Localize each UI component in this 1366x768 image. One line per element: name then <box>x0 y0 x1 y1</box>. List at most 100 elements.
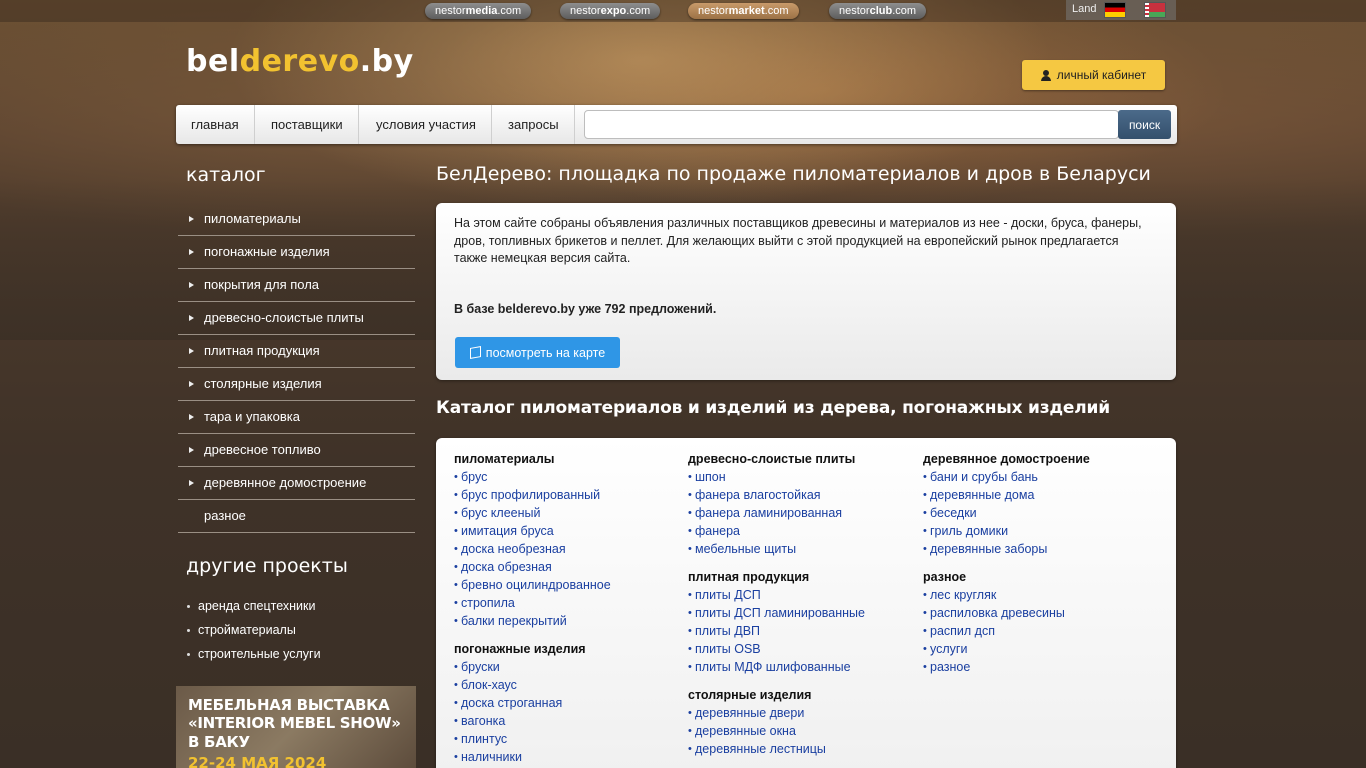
search-button[interactable]: поиск <box>1118 110 1171 139</box>
network-link-expo[interactable]: nestorexpo.com <box>560 3 661 19</box>
network-bar: nestormedia.com nestorexpo.com nestormar… <box>0 0 1366 22</box>
intro-panel: На этом сайте собраны объявления различн… <box>436 203 1176 380</box>
catalog-link[interactable]: • бани и срубы бань <box>923 468 1153 486</box>
catalog-item[interactable]: столярные изделия <box>178 368 415 401</box>
catalog-link[interactable]: • деревянные окна <box>688 722 918 740</box>
group-title[interactable]: древесно-слоистые плиты <box>688 450 918 468</box>
arrow-right-icon <box>189 447 194 453</box>
group-title[interactable]: разное <box>923 568 1153 586</box>
nav-requests[interactable]: запросы <box>493 105 575 144</box>
catalog-item[interactable]: древесное топливо <box>178 434 415 467</box>
catalog-column: пиломатериалы • брус • брус профилированны… <box>454 450 684 768</box>
group-title[interactable]: плитная продукция <box>688 568 918 586</box>
catalog-link[interactable]: • брус клееный <box>454 504 684 522</box>
catalog-link[interactable]: • деревянные дома <box>923 486 1153 504</box>
project-link[interactable]: стройматериалы <box>186 620 321 644</box>
catalog-link[interactable]: • шпон <box>688 468 918 486</box>
catalog-link[interactable]: • стропила <box>454 594 684 612</box>
personal-cabinet-button[interactable]: личный кабинет <box>1022 60 1165 90</box>
catalog-panel: пиломатериалы • брус • брус профилированны… <box>436 438 1176 768</box>
catalog-item[interactable]: пиломатериалы <box>178 203 415 236</box>
catalog-link[interactable]: • лес кругляк <box>923 586 1153 604</box>
bullet-icon <box>187 605 190 608</box>
banner-line: МЕБЕЛЬНАЯ ВЫСТАВКА <box>188 696 390 714</box>
catalog-link[interactable]: • брус <box>454 468 684 486</box>
view-map-button[interactable]: посмотреть на карте <box>455 337 620 368</box>
catalog-link[interactable]: • деревянные лестницы <box>688 740 918 758</box>
banner-date: 22-24 МАЯ 2024 <box>188 754 327 768</box>
catalog-link[interactable]: • плиты ДВП <box>688 622 918 640</box>
catalog-link[interactable]: • бруски <box>454 658 684 676</box>
catalog-item[interactable]: тара и упаковка <box>178 401 415 434</box>
catalog-link[interactable]: • брус профилированный <box>454 486 684 504</box>
nav-home[interactable]: главная <box>176 105 255 144</box>
arrow-right-icon <box>189 315 194 321</box>
catalog-link[interactable]: • вагонка <box>454 712 684 730</box>
catalog-link[interactable]: • деревянные заборы <box>923 540 1153 558</box>
nav-suppliers[interactable]: поставщики <box>256 105 359 144</box>
catalog-link[interactable]: • распиловка древесины <box>923 604 1153 622</box>
catalog-item[interactable]: деревянное домостроение <box>178 467 415 500</box>
catalog-link[interactable]: • балки перекрытий <box>454 612 684 630</box>
catalog-link[interactable]: • фанера ламинированная <box>688 504 918 522</box>
german-flag-icon[interactable] <box>1104 2 1126 18</box>
group-title[interactable]: погонажные изделия <box>454 640 684 658</box>
catalog-link[interactable]: • услуги <box>923 640 1153 658</box>
catalog-item[interactable]: разное <box>178 500 415 533</box>
belarus-flag-icon[interactable] <box>1144 2 1166 18</box>
arrow-right-icon <box>189 216 194 222</box>
catalog-item[interactable]: покрытия для пола <box>178 269 415 302</box>
other-projects-title: другие проекты <box>186 555 348 577</box>
nav-terms[interactable]: условия участия <box>361 105 492 144</box>
group-title[interactable]: деревянное домостроение <box>923 450 1153 468</box>
catalog-link[interactable]: • наличники <box>454 748 684 766</box>
catalog-link[interactable]: • доска необрезная <box>454 540 684 558</box>
site-logo[interactable]: belderevo.by <box>186 44 414 79</box>
arrow-right-icon <box>189 414 194 420</box>
group-links: • бруски • блок-хаус • доска строганная • ва… <box>454 658 684 766</box>
catalog-link[interactable]: • доска обрезная <box>454 558 684 576</box>
catalog-link[interactable]: • блок-хаус <box>454 676 684 694</box>
network-link-market[interactable]: nestormarket.com <box>688 3 799 19</box>
user-icon <box>1040 69 1051 81</box>
group-links: • бани и срубы бань • деревянные дома • бес… <box>923 468 1153 558</box>
bullet-icon <box>187 653 190 656</box>
catalog-column: деревянное домостроение • бани и срубы ба… <box>923 450 1153 686</box>
network-link-media[interactable]: nestormedia.com <box>425 3 532 19</box>
catalog-item[interactable]: погонажные изделия <box>178 236 415 269</box>
arrow-right-icon <box>189 249 194 255</box>
catalog-item[interactable]: древесно-слоистые плиты <box>178 302 415 335</box>
catalog-link[interactable]: • плиты OSB <box>688 640 918 658</box>
map-icon <box>469 346 481 359</box>
catalog-link[interactable]: • плинтус <box>454 730 684 748</box>
catalog-link[interactable]: • гриль домики <box>923 522 1153 540</box>
catalog-link[interactable]: • распил дсп <box>923 622 1153 640</box>
catalog-link[interactable]: • фанера влагостойкая <box>688 486 918 504</box>
catalog-link[interactable]: • деревянные двери <box>688 704 918 722</box>
catalog-link[interactable]: • бревно оцилиндрованное <box>454 576 684 594</box>
catalog-link[interactable]: • плиты ДСП <box>688 586 918 604</box>
catalog-item[interactable]: плитная продукция <box>178 335 415 368</box>
catalog-link[interactable]: • фанера <box>688 522 918 540</box>
group-links: • плиты ДСП • плиты ДСП ламинированные • пл… <box>688 586 918 676</box>
group-title[interactable]: столярные изделия <box>688 686 918 704</box>
catalog-column: древесно-слоистые плиты • шпон • фанера вл… <box>688 450 918 768</box>
project-link[interactable]: аренда спецтехники <box>186 596 321 620</box>
catalog-link[interactable]: • беседки <box>923 504 1153 522</box>
catalog-link[interactable]: • имитация бруса <box>454 522 684 540</box>
project-link[interactable]: строительные услуги <box>186 644 321 668</box>
catalog-list: пиломатериалы погонажные изделия покрыти… <box>178 203 415 533</box>
catalog-link[interactable]: • плиты МДФ шлифованные <box>688 658 918 676</box>
network-link-club[interactable]: nestorclub.com <box>829 3 927 19</box>
banner-line: В БАКУ <box>188 733 250 751</box>
offers-count: В базе belderevo.by уже 792 предложений. <box>454 302 717 316</box>
search-input[interactable] <box>584 110 1119 139</box>
catalog-link[interactable]: • доска строганная <box>454 694 684 712</box>
catalog-link[interactable]: • плиты ДСП ламинированные <box>688 604 918 622</box>
catalog-link[interactable]: • разное <box>923 658 1153 676</box>
group-title[interactable]: пиломатериалы <box>454 450 684 468</box>
language-label: Land <box>1072 3 1097 15</box>
catalog-link[interactable]: • мебельные щиты <box>688 540 918 558</box>
intro-text: На этом сайте собраны объявления различн… <box>454 216 1142 265</box>
exhibition-banner[interactable]: МЕБЕЛЬНАЯ ВЫСТАВКА «INTERIOR MEBEL SHOW»… <box>176 686 416 768</box>
